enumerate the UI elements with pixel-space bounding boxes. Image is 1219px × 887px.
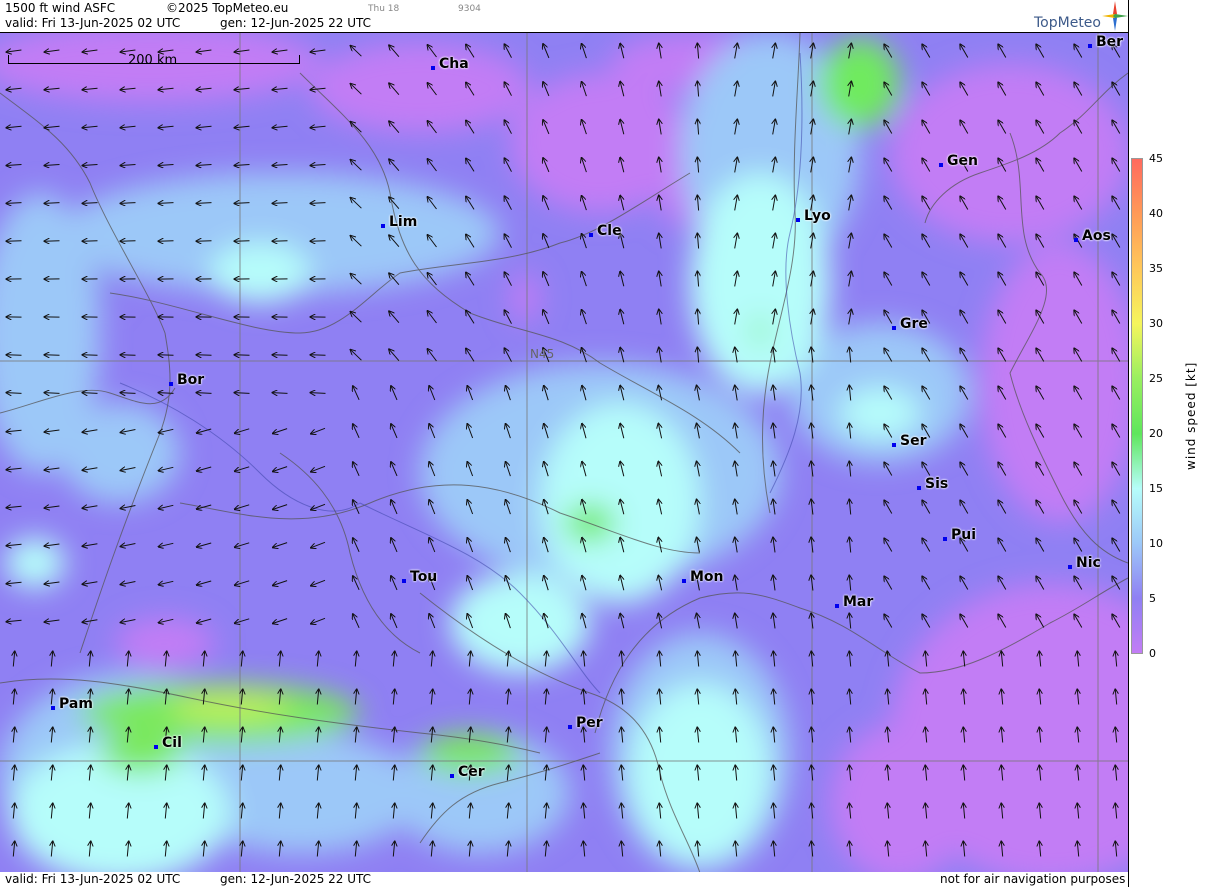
city-marker[interactable]: Cer bbox=[450, 764, 485, 780]
city-dot-icon bbox=[381, 224, 385, 228]
legend-tick: 25 bbox=[1149, 372, 1163, 385]
gen-time: gen: 12-Jun-2025 22 UTC bbox=[220, 16, 372, 30]
legend-tick: 35 bbox=[1149, 262, 1163, 275]
city-marker[interactable]: Pui bbox=[943, 527, 976, 543]
city-dot-icon bbox=[154, 745, 158, 749]
color-scale-bar bbox=[1131, 158, 1143, 654]
city-marker[interactable]: Lyo bbox=[796, 208, 831, 224]
wind-speed-legend: 45 40 35 30 25 20 15 10 5 0 wind speed [… bbox=[1128, 0, 1219, 887]
city-marker[interactable]: Cha bbox=[431, 56, 469, 72]
footer-gen-time: gen: 12-Jun-2025 22 UTC bbox=[220, 872, 372, 886]
map-header: 1500 ft wind ASFC ©2025 TopMeteo.eu Thu … bbox=[0, 0, 1128, 32]
legend-tick: 10 bbox=[1149, 537, 1163, 550]
city-dot-icon bbox=[892, 443, 896, 447]
legend-tick: 5 bbox=[1149, 592, 1156, 605]
legend-tick: 40 bbox=[1149, 207, 1163, 220]
city-dot-icon bbox=[51, 706, 55, 710]
city-dot-icon bbox=[892, 326, 896, 330]
wind-map[interactable]: 200 km N45 Cha Ber Lim Cle Lyo Gen Aos G… bbox=[0, 32, 1128, 874]
legend-tick: 30 bbox=[1149, 317, 1163, 330]
brand-name: TopMeteo bbox=[1034, 15, 1101, 31]
city-dot-icon bbox=[943, 537, 947, 541]
city-dot-icon bbox=[402, 579, 406, 583]
city-dot-icon bbox=[1074, 238, 1078, 242]
product-title: 1500 ft wind ASFC bbox=[5, 1, 116, 15]
city-marker[interactable]: Mar bbox=[835, 594, 873, 610]
footer-valid-time: valid: Fri 13-Jun-2025 02 UTC bbox=[5, 872, 181, 886]
city-marker[interactable]: Cle bbox=[589, 223, 622, 239]
valid-time: valid: Fri 13-Jun-2025 02 UTC bbox=[5, 16, 181, 30]
city-marker[interactable]: Pam bbox=[51, 696, 93, 712]
city-dot-icon bbox=[796, 218, 800, 222]
copyright: ©2025 TopMeteo.eu bbox=[166, 1, 289, 15]
code-label: 9304 bbox=[458, 4, 481, 14]
legend-tick: 15 bbox=[1149, 482, 1163, 495]
city-dot-icon bbox=[450, 774, 454, 778]
city-marker[interactable]: Gen bbox=[939, 153, 978, 169]
city-marker[interactable]: Aos bbox=[1074, 228, 1111, 244]
city-dot-icon bbox=[431, 66, 435, 70]
city-marker[interactable]: Mon bbox=[682, 569, 724, 585]
city-marker[interactable]: Tou bbox=[402, 569, 437, 585]
scale-label: 200 km bbox=[128, 53, 178, 68]
city-dot-icon bbox=[1088, 44, 1092, 48]
legend-tick: 0 bbox=[1149, 647, 1156, 660]
latitude-label: N45 bbox=[530, 347, 555, 361]
legend-tick: 20 bbox=[1149, 427, 1163, 440]
city-dot-icon bbox=[917, 486, 921, 490]
city-dot-icon bbox=[589, 233, 593, 237]
map-footer: valid: Fri 13-Jun-2025 02 UTC gen: 12-Ju… bbox=[0, 872, 1128, 887]
city-marker[interactable]: Cil bbox=[154, 735, 182, 751]
legend-unit-label: wind speed [kt] bbox=[1184, 361, 1198, 470]
city-dot-icon bbox=[682, 579, 686, 583]
city-dot-icon bbox=[568, 725, 572, 729]
city-marker[interactable]: Per bbox=[568, 715, 603, 731]
city-dot-icon bbox=[939, 163, 943, 167]
city-marker[interactable]: Ser bbox=[892, 433, 926, 449]
city-marker[interactable]: Bor bbox=[169, 372, 204, 388]
compass-logo-icon bbox=[1102, 1, 1128, 31]
disclaimer: not for air navigation purposes bbox=[940, 872, 1126, 886]
day-label: Thu 18 bbox=[368, 4, 400, 14]
city-marker[interactable]: Ber bbox=[1088, 34, 1123, 50]
city-marker[interactable]: Sis bbox=[917, 476, 948, 492]
city-dot-icon bbox=[835, 604, 839, 608]
legend-tick: 45 bbox=[1149, 152, 1163, 165]
city-marker[interactable]: Nic bbox=[1068, 555, 1101, 571]
city-marker[interactable]: Lim bbox=[381, 214, 417, 230]
city-marker[interactable]: Gre bbox=[892, 316, 928, 332]
city-dot-icon bbox=[169, 382, 173, 386]
city-dot-icon bbox=[1068, 565, 1072, 569]
